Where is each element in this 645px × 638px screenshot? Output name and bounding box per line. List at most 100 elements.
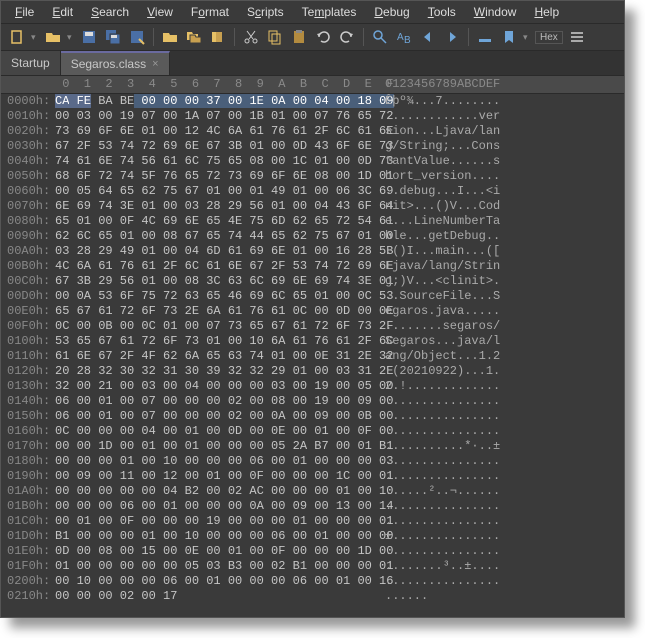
ascii-cell[interactable]: hort_version.... xyxy=(385,169,624,184)
bytes-cell[interactable]: 00 00 00 06 00 01 00 00 00 0A 00 09 00 1… xyxy=(55,499,375,514)
ascii-cell[interactable]: .()I...main...([ xyxy=(385,244,624,259)
bytes-cell[interactable]: 73 69 6F 6E 01 00 12 4C 6A 61 76 61 2F 6… xyxy=(55,124,375,139)
ascii-cell[interactable]: ................ xyxy=(385,409,624,424)
hex-row[interactable]: 01E0h:0D 00 08 00 15 00 0E 00 01 00 0F 0… xyxy=(1,544,624,559)
menu-format[interactable]: Format xyxy=(183,3,237,21)
bookmark-icon[interactable] xyxy=(499,27,519,47)
settings-icon[interactable] xyxy=(567,27,587,47)
find-next-icon[interactable] xyxy=(418,27,438,47)
bookmark-dropdown[interactable]: ▾ xyxy=(523,27,531,47)
hex-row[interactable]: 0140h:06 00 01 00 07 00 00 00 02 00 08 0… xyxy=(1,394,624,409)
ascii-cell[interactable]: egaros.java..... xyxy=(385,304,624,319)
bytes-cell[interactable]: 00 0A 53 6F 75 72 63 65 46 69 6C 65 01 0… xyxy=(55,289,375,304)
bytes-cell[interactable]: 65 01 00 0F 4C 69 6E 65 4E 75 6D 62 65 7… xyxy=(55,214,375,229)
hex-row[interactable]: 00C0h:67 3B 29 56 01 00 08 3C 63 6C 69 6… xyxy=(1,274,624,289)
replace-icon[interactable]: AB xyxy=(394,27,414,47)
save-as-icon[interactable] xyxy=(127,27,147,47)
ascii-cell[interactable]: ...........*·..± xyxy=(385,439,624,454)
bytes-cell[interactable]: B1 00 00 00 01 00 10 00 00 00 06 00 01 0… xyxy=(55,529,375,544)
ascii-cell[interactable]: ........³..±.... xyxy=(385,559,624,574)
ascii-cell[interactable]: ..SourceFile...S xyxy=(385,289,624,304)
bytes-cell[interactable]: 67 2F 53 74 72 69 6E 67 3B 01 00 0D 43 6… xyxy=(55,139,375,154)
menu-view[interactable]: View xyxy=(139,3,181,21)
bytes-cell[interactable]: 65 67 61 72 6F 73 2E 6A 61 76 61 0C 00 0… xyxy=(55,304,375,319)
bytes-cell[interactable]: 0C 00 00 00 04 00 01 00 0D 00 0E 00 01 0… xyxy=(55,424,375,439)
hex-row[interactable]: 0080h:65 01 00 0F 4C 69 6E 65 4E 75 6D 6… xyxy=(1,214,624,229)
hex-row[interactable]: 0010h:00 03 00 19 07 00 1A 07 00 1B 01 0… xyxy=(1,109,624,124)
copy-icon[interactable] xyxy=(265,27,285,47)
close-icon[interactable]: × xyxy=(152,58,158,70)
ascii-cell[interactable]: sion...Ljava/lan xyxy=(385,124,624,139)
ascii-cell[interactable]: (20210922)...1. xyxy=(385,364,624,379)
hex-row[interactable]: 0070h:6E 69 74 3E 01 00 03 28 29 56 01 0… xyxy=(1,199,624,214)
hex-row[interactable]: 0060h:00 05 64 65 62 75 67 01 00 01 49 0… xyxy=(1,184,624,199)
bytes-cell[interactable]: 61 6E 67 2F 4F 62 6A 65 63 74 01 00 0E 3… xyxy=(55,349,375,364)
bytes-cell[interactable]: 06 00 01 00 07 00 00 00 02 00 08 00 19 0… xyxy=(55,394,375,409)
menu-window[interactable]: Window xyxy=(466,3,525,21)
ascii-cell[interactable]: ........segaros/ xyxy=(385,319,624,334)
ascii-cell[interactable]: ±............... xyxy=(385,529,624,544)
open-file-dropdown[interactable]: ▾ xyxy=(67,27,75,47)
menu-templates[interactable]: Templates xyxy=(294,3,365,21)
menu-file[interactable]: File xyxy=(7,3,42,21)
hex-row[interactable]: 00A0h:03 28 29 49 01 00 04 6D 61 69 6E 0… xyxy=(1,244,624,259)
bytes-cell[interactable]: 00 00 1D 00 01 00 01 00 00 00 05 2A B7 0… xyxy=(55,439,375,454)
bytes-cell[interactable]: 67 3B 29 56 01 00 08 3C 63 6C 69 6E 69 7… xyxy=(55,274,375,289)
ascii-cell[interactable]: ................ xyxy=(385,514,624,529)
save-icon[interactable] xyxy=(79,27,99,47)
bytes-cell[interactable]: 0C 00 0B 00 0C 01 00 07 73 65 67 61 72 6… xyxy=(55,319,375,334)
open-file-icon[interactable] xyxy=(43,27,63,47)
ascii-cell[interactable]: g;)V...<clinit>. xyxy=(385,274,624,289)
hex-row[interactable]: 0190h:00 09 00 11 00 12 00 01 00 0F 00 0… xyxy=(1,469,624,484)
hex-row[interactable]: 01F0h:01 00 00 00 00 00 05 03 B3 00 02 B… xyxy=(1,559,624,574)
bytes-cell[interactable]: 00 10 00 00 00 06 00 01 00 00 00 06 00 0… xyxy=(55,574,375,589)
bytes-cell[interactable]: 00 03 00 19 07 00 1A 07 00 1B 01 00 07 7… xyxy=(55,109,375,124)
hex-row[interactable]: 00F0h:0C 00 0B 00 0C 01 00 07 73 65 67 6… xyxy=(1,319,624,334)
hex-row[interactable]: 0000h:CA FE BA BE 00 00 00 37 00 1E 0A 0… xyxy=(1,94,624,109)
hex-row[interactable]: 0050h:68 6F 72 74 5F 76 65 72 73 69 6F 6… xyxy=(1,169,624,184)
tab-startup[interactable]: Startup xyxy=(1,51,61,75)
bytes-cell[interactable]: 00 01 00 0F 00 00 00 19 00 00 00 01 00 0… xyxy=(55,514,375,529)
bytes-cell[interactable]: 01 00 00 00 00 00 05 03 B3 00 02 B1 00 0… xyxy=(55,559,375,574)
folder-multi-icon[interactable] xyxy=(184,27,204,47)
hex-row[interactable]: 00E0h:65 67 61 72 6F 73 2E 6A 61 76 61 0… xyxy=(1,304,624,319)
hex-row[interactable]: 00D0h:00 0A 53 6F 75 72 63 65 46 69 6C 6… xyxy=(1,289,624,304)
bytes-cell[interactable]: 4C 6A 61 76 61 2F 6C 61 6E 67 2F 53 74 7… xyxy=(55,259,375,274)
ascii-cell[interactable]: Segaros...java/l xyxy=(385,334,624,349)
ascii-cell[interactable]: ble...getDebug.. xyxy=(385,229,624,244)
hex-row[interactable]: 00B0h:4C 6A 61 76 61 2F 6C 61 6E 67 2F 5… xyxy=(1,259,624,274)
bytes-cell[interactable]: 74 61 6E 74 56 61 6C 75 65 08 00 1C 01 0… xyxy=(55,154,375,169)
bytes-cell[interactable]: 53 65 67 61 72 6F 73 01 00 10 6A 61 76 6… xyxy=(55,334,375,349)
bytes-cell[interactable]: 68 6F 72 74 5F 76 65 72 73 69 6F 6E 08 0… xyxy=(55,169,375,184)
menu-search[interactable]: Search xyxy=(83,3,137,21)
ascii-cell[interactable]: ...... xyxy=(385,589,624,604)
ascii-cell[interactable]: ................ xyxy=(385,394,624,409)
menu-help[interactable]: Help xyxy=(526,3,567,21)
ascii-cell[interactable]: ......²..¬...... xyxy=(385,484,624,499)
tab-segaros[interactable]: Segaros.class × xyxy=(61,51,170,75)
hex-row[interactable]: 0170h:00 00 1D 00 01 00 01 00 00 00 05 2… xyxy=(1,439,624,454)
new-file-dropdown[interactable]: ▾ xyxy=(31,27,39,47)
bytes-cell[interactable]: 0D 00 08 00 15 00 0E 00 01 00 0F 00 00 0… xyxy=(55,544,375,559)
bytes-cell[interactable]: 00 09 00 11 00 12 00 01 00 0F 00 00 00 1… xyxy=(55,469,375,484)
menu-scripts[interactable]: Scripts xyxy=(239,3,292,21)
hex-row[interactable]: 01C0h:00 01 00 0F 00 00 00 19 00 00 00 0… xyxy=(1,514,624,529)
undo-icon[interactable] xyxy=(313,27,333,47)
ascii-cell[interactable]: 2.!............. xyxy=(385,379,624,394)
highlighter-icon[interactable] xyxy=(475,27,495,47)
hex-row[interactable]: 01A0h:00 00 00 00 00 04 B2 00 02 AC 00 0… xyxy=(1,484,624,499)
menu-edit[interactable]: Edit xyxy=(44,3,81,21)
ascii-cell[interactable]: nit>...()V...Cod xyxy=(385,199,624,214)
ascii-cell[interactable]: tantValue......s xyxy=(385,154,624,169)
hex-mode-label[interactable]: Hex xyxy=(535,31,563,44)
ascii-cell[interactable]: e...LineNumberTa xyxy=(385,214,624,229)
hex-row[interactable]: 01D0h:B1 00 00 00 01 00 10 00 00 00 06 0… xyxy=(1,529,624,544)
hex-row[interactable]: 0160h:0C 00 00 00 04 00 01 00 0D 00 0E 0… xyxy=(1,424,624,439)
bytes-cell[interactable]: CA FE BA BE 00 00 00 37 00 1E 0A 00 04 0… xyxy=(55,94,375,109)
hex-row[interactable]: 0130h:32 00 21 00 03 00 04 00 00 00 03 0… xyxy=(1,379,624,394)
bytes-cell[interactable]: 6E 69 74 3E 01 00 03 28 29 56 01 00 04 4… xyxy=(55,199,375,214)
ascii-cell[interactable]: Êþº¾...7........ xyxy=(385,94,624,109)
hex-row[interactable]: 0200h:00 10 00 00 00 06 00 01 00 00 00 0… xyxy=(1,574,624,589)
new-file-icon[interactable] xyxy=(7,27,27,47)
hex-row[interactable]: 0210h:00 00 00 02 00 17...... xyxy=(1,589,624,604)
